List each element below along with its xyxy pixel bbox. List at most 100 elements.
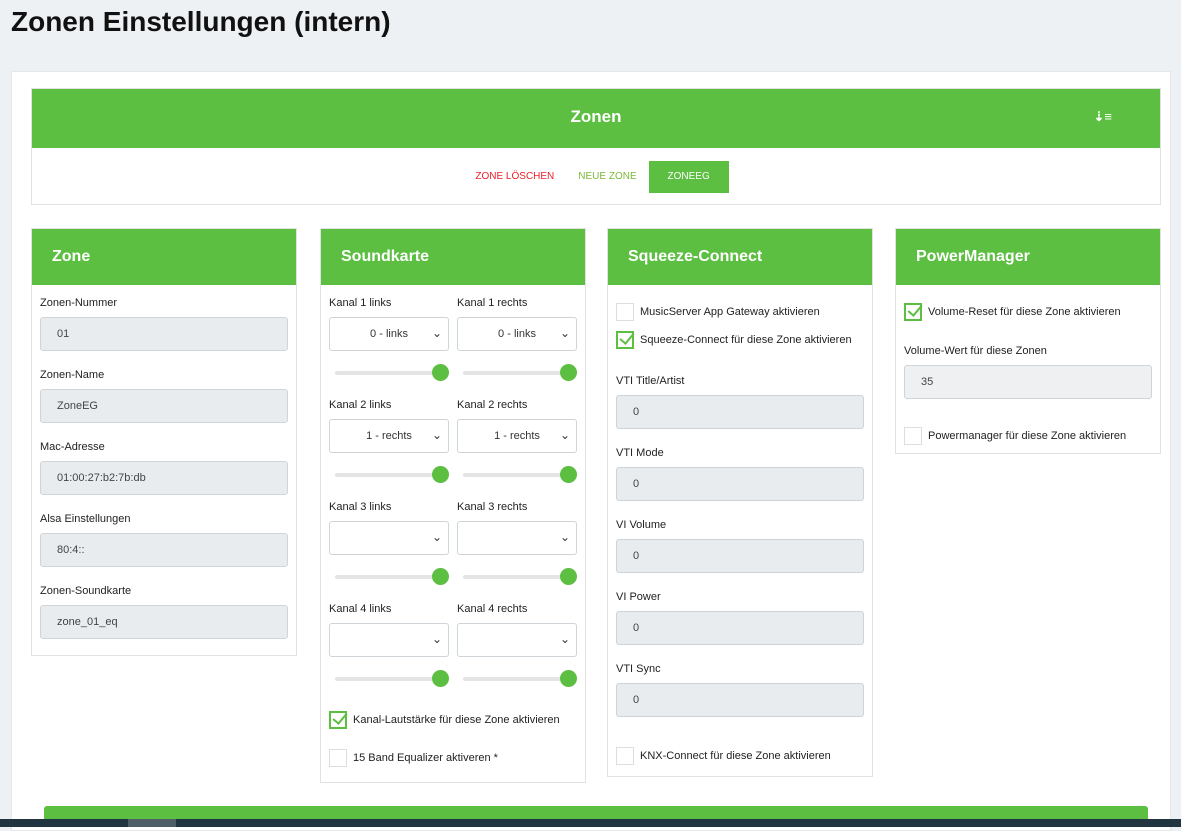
channel-right-label: Kanal 1 rechts (457, 297, 528, 309)
chevron-down-icon: ⌄ (431, 632, 442, 646)
field-input[interactable]: 01 (40, 317, 288, 351)
powermanager-card: PowerManager Volume-Reset für diese Zone… (895, 228, 1161, 454)
field-label: VTI Mode (616, 447, 664, 459)
soundkarte-card: Soundkarte Kanal 1 links Kanal 1 rechts … (320, 228, 586, 783)
taskbar (0, 819, 1181, 827)
equalizer-checkbox[interactable]: 15 Band Equalizer aktiveren * (329, 749, 577, 767)
channel-left-slider[interactable] (335, 670, 449, 687)
squeeze-connect-checkbox[interactable]: Squeeze-Connect für diese Zone aktiviere… (616, 331, 864, 349)
field-input[interactable]: zone_01_eq (40, 605, 288, 639)
slider-knob[interactable] (560, 466, 577, 483)
field-input[interactable]: 0 (616, 611, 864, 645)
channel-left-label: Kanal 3 links (329, 501, 392, 513)
checkbox-checked-icon[interactable] (329, 711, 347, 729)
channel-right-slider[interactable] (463, 466, 577, 483)
field-label: Zonen-Soundkarte (40, 585, 132, 597)
field-input[interactable]: 0 (616, 467, 864, 501)
slider-knob[interactable] (560, 364, 577, 381)
channel-left-label: Kanal 2 links (329, 399, 392, 411)
chevron-down-icon: ⌄ (431, 530, 442, 544)
select-value: 0 - links (498, 328, 536, 340)
checkbox-icon[interactable] (616, 747, 634, 765)
chevron-down-icon: ⌄ (559, 632, 570, 646)
channel-left-slider[interactable] (335, 466, 449, 483)
slider-knob[interactable] (432, 364, 449, 381)
zone-tab-zoneeg[interactable]: ZONEEG (648, 160, 729, 193)
channel-right-slider[interactable] (463, 364, 577, 381)
field-label: Alsa Einstellungen (40, 513, 131, 525)
delete-zone-button[interactable]: ZONE LÖSCHEN (463, 171, 566, 182)
zonen-title: Zonen (570, 107, 622, 126)
chevron-down-icon: ⌄ (559, 428, 570, 442)
channel-right-slider[interactable] (463, 568, 577, 585)
zone-card: Zone Zonen-Nummer 01 Zonen-Name ZoneEG Mac-A… (31, 228, 297, 656)
field-label: VI Volume (616, 519, 667, 531)
page-title: Zonen Einstellungen (intern) (11, 6, 391, 37)
field-input[interactable]: 0 (616, 395, 864, 429)
checkbox-icon[interactable] (904, 427, 922, 445)
channel-left-select[interactable]: ⌄ (329, 521, 449, 555)
checkbox-label: Kanal-Lautstärke für diese Zone aktivier… (353, 714, 560, 726)
channel-left-slider[interactable] (335, 364, 449, 381)
knx-checkbox[interactable]: KNX-Connect für diese Zone aktivieren (616, 747, 864, 765)
slider-knob[interactable] (560, 670, 577, 687)
field-input[interactable]: 80:4:: (40, 533, 288, 567)
field-label: VI Power (616, 591, 661, 603)
field-input[interactable]: 0 (616, 683, 864, 717)
volume-reset-checkbox[interactable]: Volume-Reset für diese Zone aktivieren (904, 303, 1152, 321)
checkbox-label: MusicServer App Gateway aktivieren (640, 306, 820, 318)
checkbox-checked-icon[interactable] (904, 303, 922, 321)
channel-right-select[interactable]: 1 - rechts ⌄ (457, 419, 577, 453)
zone-header: Zone (32, 229, 296, 285)
chevron-down-icon: ⌄ (431, 326, 442, 340)
volume-value-label: Volume-Wert für diese Zonen (904, 345, 1047, 357)
powermanager-header: PowerManager (896, 229, 1160, 285)
field-label: VTI Title/Artist (616, 375, 685, 387)
select-value: 1 - rechts (494, 430, 540, 442)
channel-right-select[interactable]: ⌄ (457, 521, 577, 555)
powermanager-checkbox[interactable]: Powermanager für diese Zone aktivieren (904, 427, 1152, 445)
checkbox-icon[interactable] (329, 749, 347, 767)
checkbox-label: Volume-Reset für diese Zone aktivieren (928, 306, 1121, 318)
soundkarte-header: Soundkarte (321, 229, 585, 285)
slider-knob[interactable] (432, 568, 449, 585)
channel-left-label: Kanal 1 links (329, 297, 392, 309)
channel-left-select[interactable]: 1 - rechts ⌄ (329, 419, 449, 453)
channel-right-select[interactable]: ⌄ (457, 623, 577, 657)
field-label: Mac-Adresse (40, 441, 105, 453)
checkbox-label: Powermanager für diese Zone aktivieren (928, 430, 1127, 442)
checkbox-icon[interactable] (616, 303, 634, 321)
zonen-card: Zonen ⇣≡ ZONE LÖSCHEN NEUE ZONE ZONEEG (31, 88, 1161, 205)
channel-left-slider[interactable] (335, 568, 449, 585)
channel-left-label: Kanal 4 links (329, 603, 392, 615)
sort-icon[interactable]: ⇣≡ (1094, 89, 1112, 145)
field-input[interactable]: 01:00:27:b2:7b:db (40, 461, 288, 495)
field-input[interactable]: 0 (616, 539, 864, 573)
field-label: Zonen-Nummer (40, 297, 118, 309)
channel-volume-checkbox[interactable]: Kanal-Lautstärke für diese Zone aktivier… (329, 711, 577, 729)
field-input[interactable]: ZoneEG (40, 389, 288, 423)
channel-right-select[interactable]: 0 - links ⌄ (457, 317, 577, 351)
slider-knob[interactable] (432, 466, 449, 483)
new-zone-button[interactable]: NEUE ZONE (566, 171, 648, 182)
chevron-down-icon: ⌄ (559, 326, 570, 340)
slider-knob[interactable] (432, 670, 449, 687)
gateway-checkbox[interactable]: MusicServer App Gateway aktivieren (616, 303, 864, 321)
field-label: VTI Sync (616, 663, 661, 675)
checkbox-label: Squeeze-Connect für diese Zone aktiviere… (640, 334, 852, 346)
chevron-down-icon: ⌄ (431, 428, 442, 442)
channel-right-slider[interactable] (463, 670, 577, 687)
channel-right-label: Kanal 2 rechts (457, 399, 528, 411)
taskbar-item[interactable] (128, 819, 176, 827)
checkbox-checked-icon[interactable] (616, 331, 634, 349)
channel-left-select[interactable]: 0 - links ⌄ (329, 317, 449, 351)
squeeze-header: Squeeze-Connect (608, 229, 872, 285)
channel-right-label: Kanal 4 rechts (457, 603, 528, 615)
slider-knob[interactable] (560, 568, 577, 585)
volume-value-input[interactable]: 35 (904, 365, 1152, 399)
channel-left-select[interactable]: ⌄ (329, 623, 449, 657)
chevron-down-icon: ⌄ (559, 530, 570, 544)
zonen-header: Zonen ⇣≡ (32, 89, 1160, 148)
channel-right-label: Kanal 3 rechts (457, 501, 528, 513)
select-value: 0 - links (370, 328, 408, 340)
